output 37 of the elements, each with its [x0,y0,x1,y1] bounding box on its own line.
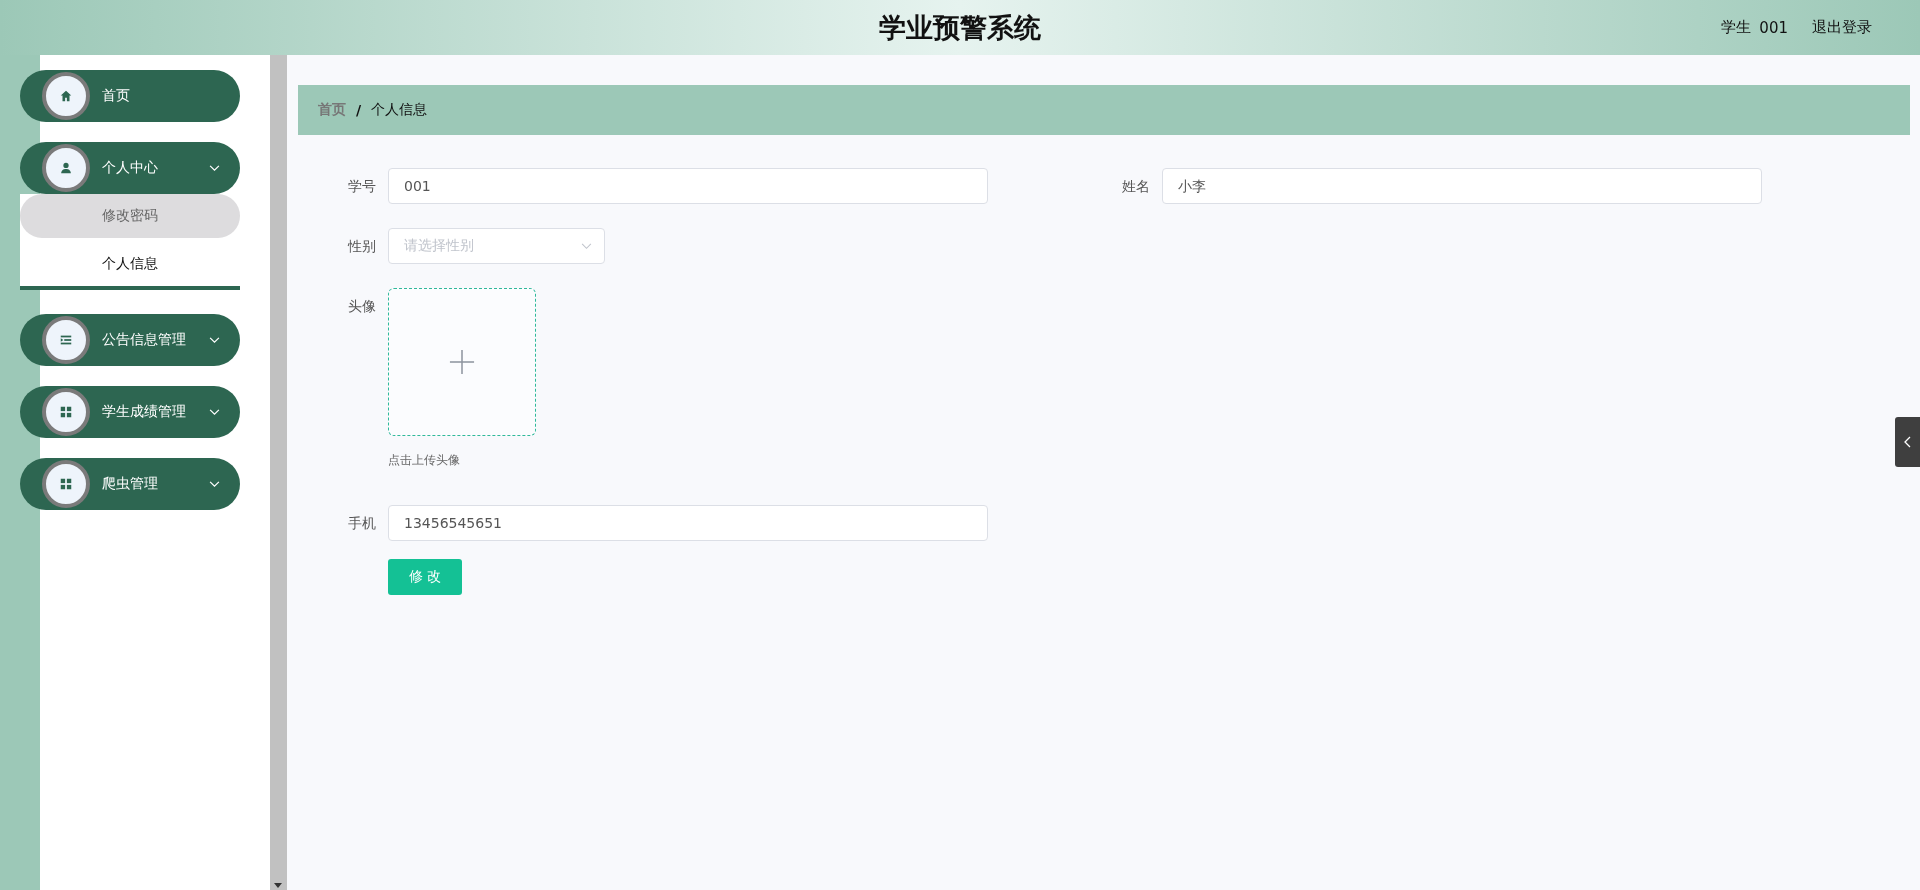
chevron-down-icon [209,164,220,172]
field-label: 性别 [346,237,377,256]
app-title: 学业预警系统 [879,11,1041,45]
text-field[interactable]: 13456545651 [388,505,988,541]
chevron-down-icon [581,242,592,250]
breadcrumb-separator: / [356,102,362,118]
submenu-item[interactable]: 修改密码 [20,194,240,238]
chevron-down-icon [209,408,220,416]
user-icon [42,144,90,192]
menu-item[interactable]: 公告信息管理 [20,314,240,366]
field-label: 头像 [347,297,377,316]
user-role: 学生 [1721,18,1752,37]
text-field[interactable]: 001 [388,168,988,204]
plus-icon [449,349,475,375]
field-label: 手机 [347,514,377,533]
text-field[interactable]: 小李 [1162,168,1762,204]
field-label: 姓名 [1121,177,1151,196]
list-icon [42,316,90,364]
grid-icon [42,388,90,436]
menu-item[interactable]: 爬虫管理 [20,458,240,510]
menu-item[interactable]: 学生成绩管理 [20,386,240,438]
menu-item[interactable]: 首页 [20,70,240,122]
menu-item[interactable]: 个人中心 [20,142,240,194]
scrollbar[interactable] [270,55,287,890]
grid-icon [42,460,90,508]
chevron-down-icon [209,336,220,344]
logout-link[interactable]: 退出登录 [1812,18,1872,37]
submenu-item[interactable]: 个人信息 [20,242,240,290]
home-icon [42,72,90,120]
chevron-left-icon [1904,436,1911,448]
field-label: 学号 [347,177,377,196]
scroll-down-icon[interactable] [274,883,282,888]
breadcrumb-link[interactable]: 个人信息 [371,101,428,119]
user-name: 001 [1759,18,1788,37]
chevron-down-icon [209,480,220,488]
side-panel-toggle[interactable] [1895,417,1920,467]
upload-hint: 点击上传头像 [388,452,461,469]
